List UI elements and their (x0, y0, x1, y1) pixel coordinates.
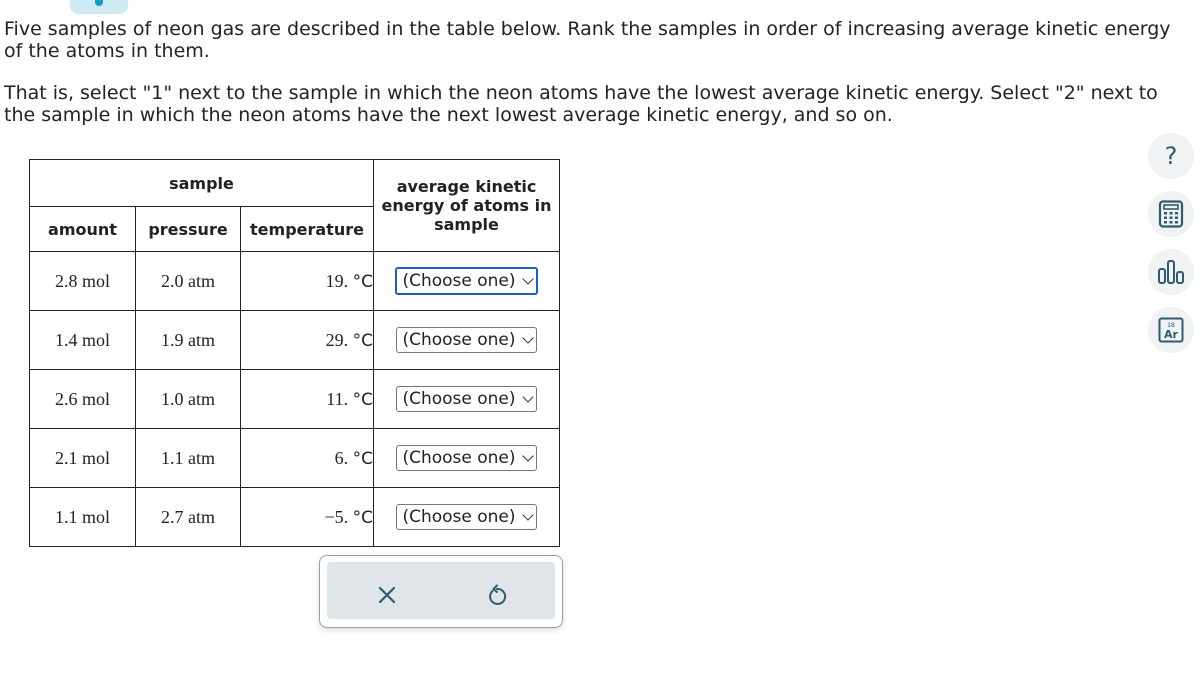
amount-cell: 2.1 mol (29, 428, 136, 488)
table-row: 2.6 mol 1.0 atm 11. °C (Choose one) (29, 369, 560, 429)
rank-select-value: (Choose one) (402, 389, 516, 409)
temperature-cell: 6. °C (240, 428, 374, 488)
question-icon: ? (1164, 142, 1178, 170)
clear-button[interactable] (372, 580, 402, 610)
pressure-cell: 1.0 atm (135, 369, 241, 429)
answer-action-bar (319, 555, 563, 628)
undo-icon (489, 584, 507, 605)
temperature-value: 29. (325, 329, 349, 350)
rank-select-value: (Choose one) (402, 448, 516, 468)
rank-select[interactable]: (Choose one) (396, 327, 537, 353)
prompt-paragraph-2: That is, select "1" next to the sample i… (4, 82, 1158, 126)
chevron-down-icon (521, 450, 534, 462)
top-tab[interactable] (70, 0, 128, 14)
calculator-icon (1158, 200, 1184, 228)
data-button[interactable] (1148, 249, 1194, 295)
pressure-cell: 1.1 atm (135, 428, 241, 488)
rank-select-value: (Choose one) (402, 271, 516, 291)
ake-header: average kinetic energy of atoms in sampl… (373, 159, 560, 252)
reset-button[interactable] (482, 580, 512, 610)
amount-cell: 2.8 mol (29, 251, 136, 311)
amount-cell: 2.6 mol (29, 369, 136, 429)
temperature-unit: °C (352, 507, 373, 528)
amount-cell: 1.1 mol (29, 487, 136, 547)
chevron-down-icon (521, 391, 534, 403)
temperature-value: 19. (325, 270, 349, 291)
tab-indicator-icon (95, 0, 103, 6)
periodic-table-icon: 18Ar (1158, 317, 1184, 343)
rank-select[interactable]: (Choose one) (396, 386, 537, 412)
rank-select-value: (Choose one) (402, 507, 516, 527)
chevron-down-icon (521, 332, 534, 344)
ake-cell: (Choose one) (373, 428, 560, 488)
pressure-cell: 2.7 atm (135, 487, 241, 547)
temperature-value: 11. (326, 388, 349, 409)
ake-cell: (Choose one) (373, 487, 560, 547)
ake-cell: (Choose one) (373, 251, 560, 311)
rank-select[interactable]: (Choose one) (396, 504, 537, 530)
temperature-header: temperature (240, 206, 374, 252)
chevron-down-icon (521, 273, 534, 285)
temperature-cell: 11. °C (240, 369, 374, 429)
periodic-table-button[interactable]: 18 Ar (1148, 307, 1194, 353)
side-toolbar: ? 18 Ar (1148, 133, 1196, 365)
temperature-value: −5. (324, 506, 349, 527)
help-button[interactable]: ? (1148, 133, 1194, 179)
temperature-value: 6. (334, 447, 349, 468)
sample-group-header: sample (29, 159, 374, 207)
rank-select[interactable]: (Choose one) (395, 267, 538, 295)
ake-cell: (Choose one) (373, 310, 560, 370)
calculator-button[interactable] (1148, 191, 1194, 237)
chevron-down-icon (521, 509, 534, 521)
action-bar-inner (327, 562, 555, 619)
temperature-cell: 29. °C (240, 310, 374, 370)
bar-chart-icon (1158, 260, 1184, 284)
ake-cell: (Choose one) (373, 369, 560, 429)
rank-select-value: (Choose one) (402, 330, 516, 350)
table-row: 2.1 mol 1.1 atm 6. °C (Choose one) (29, 428, 560, 488)
temperature-unit: °C (352, 448, 373, 469)
temperature-unit: °C (352, 389, 373, 410)
element-symbol: Ar (1164, 328, 1179, 341)
table-row: 1.4 mol 1.9 atm 29. °C (Choose one) (29, 310, 560, 370)
rank-select[interactable]: (Choose one) (396, 445, 537, 471)
samples-table: sample average kinetic energy of atoms i… (29, 159, 560, 547)
pressure-cell: 2.0 atm (135, 251, 241, 311)
temperature-cell: 19. °C (240, 251, 374, 311)
pressure-header: pressure (135, 206, 241, 252)
temperature-cell: −5. °C (240, 487, 374, 547)
table-row: 1.1 mol 2.7 atm −5. °C (Choose one) (29, 487, 560, 547)
prompt-paragraph-1: Five samples of neon gas are described i… (4, 18, 1171, 62)
close-icon (378, 586, 396, 604)
amount-header: amount (29, 206, 136, 252)
amount-cell: 1.4 mol (29, 310, 136, 370)
pressure-cell: 1.9 atm (135, 310, 241, 370)
table-row: 2.8 mol 2.0 atm 19. °C (Choose one) (29, 251, 560, 311)
temperature-unit: °C (352, 330, 373, 351)
temperature-unit: °C (352, 271, 373, 292)
